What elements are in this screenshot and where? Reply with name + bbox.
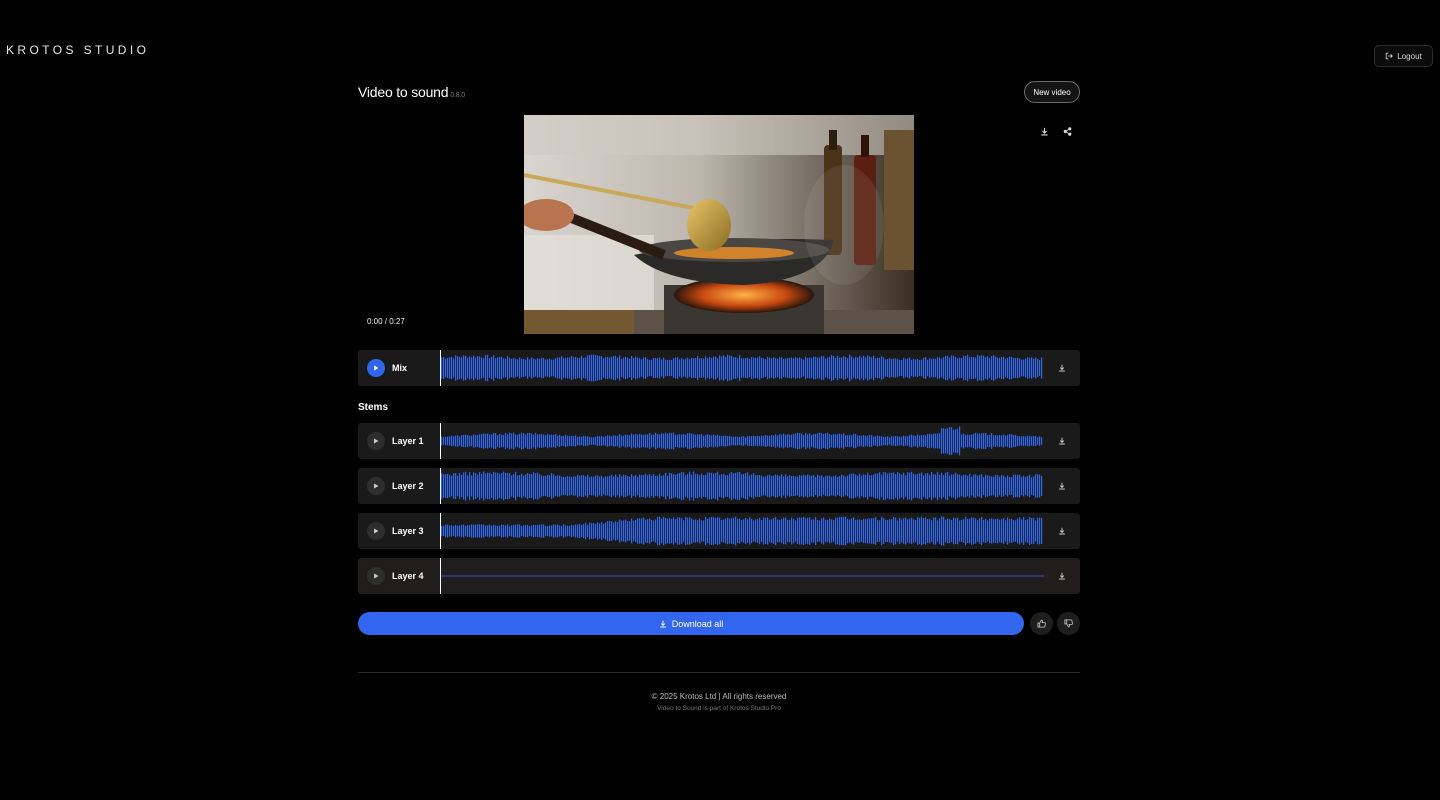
download-icon bbox=[1059, 364, 1065, 372]
download-all-label: Download all bbox=[671, 618, 724, 629]
actions-row: Download all bbox=[358, 612, 1080, 636]
video-preview[interactable] bbox=[524, 115, 914, 334]
layer-1-download-button[interactable] bbox=[1044, 423, 1080, 459]
logout-label: Logout bbox=[1397, 51, 1422, 61]
layer-2-label: Layer 2 bbox=[392, 481, 424, 491]
page-title-text: Video to sound bbox=[358, 84, 449, 100]
version-label: 0.8.0 bbox=[450, 92, 465, 99]
mix-waveform[interactable] bbox=[440, 350, 1044, 386]
main-content: Video to sound 0.8.0 New video 0:00 / 0:… bbox=[358, 80, 1080, 712]
thumbs-down-icon bbox=[1064, 619, 1073, 628]
page-title: Video to sound 0.8.0 bbox=[358, 84, 465, 100]
logout-icon bbox=[1386, 52, 1394, 60]
layer-3-playhead[interactable] bbox=[440, 513, 441, 549]
video-download-icon[interactable] bbox=[1038, 125, 1050, 137]
new-video-button[interactable]: New video bbox=[1024, 81, 1080, 103]
layer-3-download-button[interactable] bbox=[1044, 513, 1080, 549]
title-row: Video to sound 0.8.0 New video bbox=[358, 80, 1080, 104]
play-icon bbox=[374, 483, 379, 489]
download-icon bbox=[1059, 437, 1065, 445]
layer-2-track[interactable]: Layer 2 bbox=[358, 468, 1080, 504]
layer-1-playhead[interactable] bbox=[440, 423, 441, 459]
layer-2-playhead[interactable] bbox=[440, 468, 441, 504]
layer-3-track[interactable]: Layer 3 bbox=[358, 513, 1080, 549]
footer: © 2025 Krotos Ltd | All rights reserved … bbox=[358, 692, 1080, 712]
download-all-button[interactable]: Download all bbox=[358, 612, 1024, 635]
video-area: 0:00 / 0:27 bbox=[358, 115, 1080, 350]
mix-label: Mix bbox=[392, 363, 408, 373]
layer-2-download-button[interactable] bbox=[1044, 468, 1080, 504]
layer-4-track[interactable]: Layer 4 bbox=[358, 558, 1080, 594]
share-icon[interactable] bbox=[1061, 125, 1073, 137]
layer-2-waveform[interactable] bbox=[440, 468, 1044, 504]
layer-1-track[interactable]: Layer 1 bbox=[358, 423, 1080, 459]
layer-3-label: Layer 3 bbox=[392, 526, 424, 536]
brand-logo: KROTOS STUDIO bbox=[6, 43, 150, 57]
copyright-text: © 2025 Krotos Ltd | All rights reserved bbox=[651, 692, 787, 701]
stems-heading: Stems bbox=[358, 402, 389, 413]
layer-4-label: Layer 4 bbox=[392, 571, 424, 581]
thumbs-up-button[interactable] bbox=[1030, 612, 1053, 635]
play-icon bbox=[374, 365, 379, 371]
thumbs-down-button[interactable] bbox=[1057, 612, 1080, 635]
mix-play-button[interactable] bbox=[367, 359, 385, 377]
layer-1-waveform[interactable] bbox=[440, 423, 1044, 459]
footer-subtext: Video to Sound is part of Krotos Studio … bbox=[657, 705, 781, 712]
play-icon bbox=[374, 573, 379, 579]
mix-track[interactable]: Mix bbox=[358, 350, 1080, 386]
layer-4-waveform[interactable] bbox=[440, 558, 1044, 594]
layer-3-play-button[interactable] bbox=[367, 522, 385, 540]
layer-2-play-button[interactable] bbox=[367, 477, 385, 495]
thumbs-up-icon bbox=[1037, 619, 1046, 628]
layer-1-label: Layer 1 bbox=[392, 436, 424, 446]
layer-4-download-button[interactable] bbox=[1044, 558, 1080, 594]
layer-1-play-button[interactable] bbox=[367, 432, 385, 450]
play-icon bbox=[374, 438, 379, 444]
play-icon bbox=[374, 528, 379, 534]
footer-divider bbox=[358, 672, 1080, 673]
mix-playhead[interactable] bbox=[440, 350, 441, 386]
download-icon bbox=[1059, 527, 1065, 535]
logout-button[interactable]: Logout bbox=[1374, 45, 1433, 67]
layer-4-playhead[interactable] bbox=[440, 558, 441, 594]
layer-4-play-button[interactable] bbox=[367, 567, 385, 585]
download-icon bbox=[659, 620, 666, 628]
layer-3-waveform[interactable] bbox=[440, 513, 1044, 549]
playback-time: 0:00 / 0:27 bbox=[367, 317, 405, 326]
mix-download-button[interactable] bbox=[1044, 350, 1080, 386]
download-icon bbox=[1059, 572, 1065, 580]
video-frame-image bbox=[524, 115, 914, 334]
download-icon bbox=[1059, 482, 1065, 490]
